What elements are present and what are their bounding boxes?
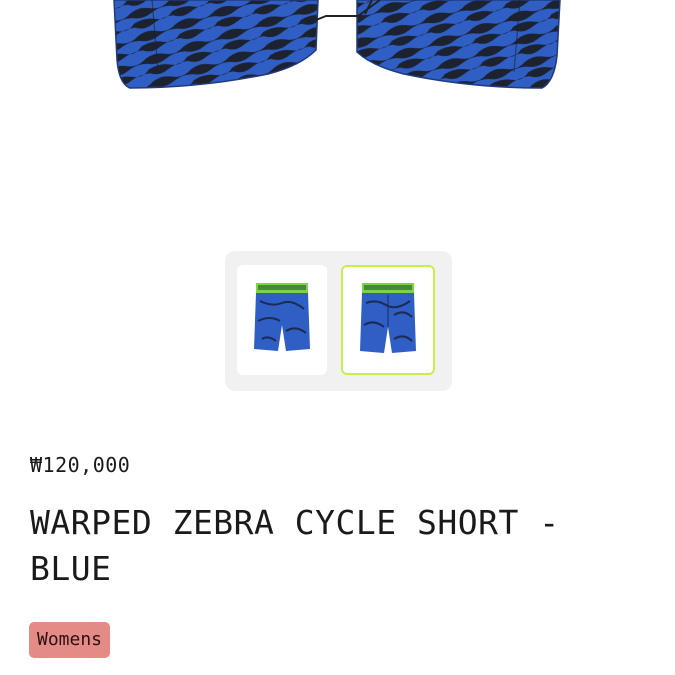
thumbnail-2[interactable] (341, 265, 435, 375)
product-title: WARPED ZEBRA CYCLE SHORT - BLUE (30, 503, 560, 588)
thumbnail-1[interactable] (237, 265, 327, 375)
product-price: ₩120,000 (30, 453, 131, 477)
thumbnail-gallery (225, 251, 452, 391)
shorts-thumbnail-image (360, 283, 416, 353)
shorts-thumbnail-image (254, 283, 310, 351)
category-tag[interactable]: Womens (29, 622, 111, 658)
product-main-image (0, 0, 675, 100)
